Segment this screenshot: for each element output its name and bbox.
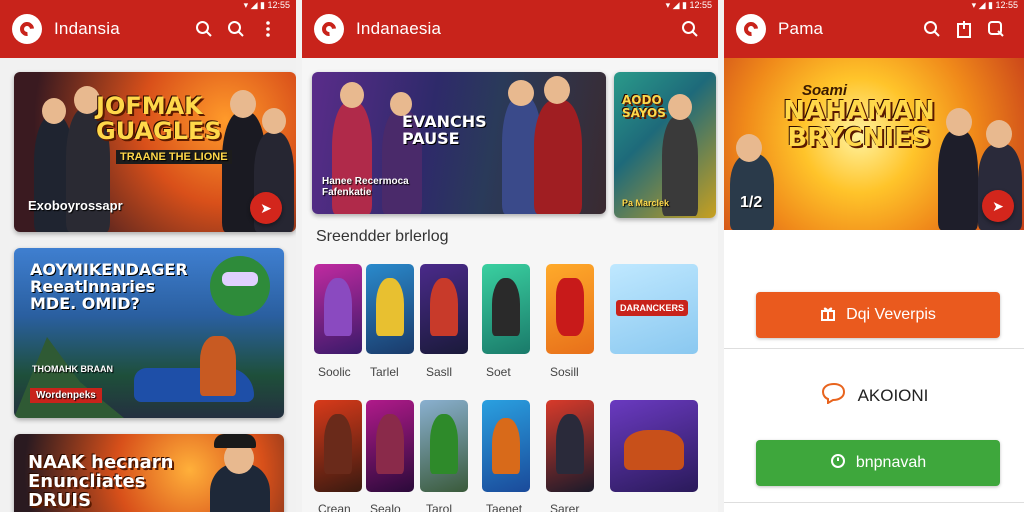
divider — [724, 502, 1024, 503]
banner-headline: JOFMAK GUAGLES — [96, 92, 222, 146]
game-tile[interactable] — [482, 264, 530, 354]
play-button[interactable]: ➤ — [250, 192, 282, 224]
search-alt-icon[interactable] — [980, 13, 1012, 45]
tile-label: Sealo — [370, 502, 401, 512]
app-bar: Indanaesia — [302, 0, 718, 58]
banner-headline: NAAK hecnarn Enuncliates DRUIS — [28, 452, 174, 511]
game-tile[interactable] — [420, 264, 468, 354]
gift-icon — [820, 305, 836, 326]
tile-label: Taenet — [486, 502, 523, 512]
tile-label: Sosill — [550, 365, 579, 379]
game-tile[interactable]: DARANCKERS — [610, 264, 698, 354]
search-icon[interactable] — [674, 13, 706, 45]
game-tile[interactable] — [482, 400, 530, 492]
primary-action-button[interactable]: Dqi Veverpis — [756, 292, 1000, 338]
banner-caption: Wordenpeks — [30, 388, 102, 403]
game-tile[interactable] — [546, 400, 594, 492]
banner-subtitle: TRAANE THE LIONE — [116, 150, 232, 164]
featured-banner[interactable]: AOYMIKENDAGER Reeatlnnaries MDE. OMID? T… — [14, 248, 284, 418]
game-tile[interactable] — [420, 400, 468, 492]
game-tile[interactable] — [314, 264, 362, 354]
search-icon[interactable] — [916, 13, 948, 45]
status-bar: ▾ ◢ ▮ 12:55 — [971, 0, 1018, 10]
app-title: Indanaesia — [356, 19, 442, 38]
tile-label: Crean — [318, 502, 351, 512]
banner-subtitle: THOMAHK BRAAN — [32, 364, 113, 374]
featured-banner[interactable]: Soami NAHAMAN BRYCNIES 1/2 ➤ — [724, 58, 1024, 230]
banner-headline: EVANCHS PAUSE — [402, 112, 487, 148]
tile-label: Tarlel — [370, 365, 399, 379]
status-bar: ▾ ◢ ▮ 12:55 — [243, 0, 290, 10]
banner-caption: Pa Marclek — [622, 198, 670, 208]
divider — [724, 348, 1024, 349]
primary-action-label: Dqi Veverpis — [846, 306, 936, 323]
search-icon[interactable] — [188, 13, 220, 45]
game-tile[interactable] — [314, 400, 362, 492]
app-title: Indansia — [54, 19, 120, 38]
section-title: Sreendder brlerlog — [316, 228, 449, 245]
banner-caption: Hanee Recermoca Fafenkatie — [322, 176, 409, 198]
tile-label: Tarol — [426, 502, 453, 512]
game-tile[interactable] — [546, 264, 594, 354]
search-icon-secondary[interactable] — [220, 13, 252, 45]
play-button[interactable]: ➤ — [982, 190, 1014, 222]
game-tile[interactable] — [610, 400, 698, 492]
banner-headline: AODO SAYOS — [622, 93, 666, 120]
game-tile[interactable] — [366, 400, 414, 492]
screen-home: Indansia ▾ ◢ ▮ 12:55 JOFMAK GUAGLES TRAA… — [0, 0, 296, 512]
app-title: Pama — [778, 19, 824, 38]
confirm-button[interactable]: bnpnavah — [756, 440, 1000, 486]
share-icon[interactable] — [948, 13, 980, 45]
overflow-menu-icon[interactable] — [252, 13, 284, 45]
app-logo[interactable] — [12, 14, 42, 44]
tile-label: Soet — [486, 365, 511, 379]
app-logo[interactable] — [314, 14, 344, 44]
tile-label: Sarer — [550, 502, 580, 512]
banner-page-indicator: 1/2 — [740, 194, 763, 211]
featured-banner[interactable]: EVANCHS PAUSE Hanee Recermoca Fafenkatie — [312, 72, 606, 214]
screen-detail: Pama ▾ ◢ ▮ 12:55 Soami NAHAMAN BRYCNIES … — [724, 0, 1024, 512]
screen-catalog: Indanaesia ▾ ◢ ▮ 12:55 EVANCHS PAUSE Han… — [302, 0, 718, 512]
secondary-link-label: AKOIONI — [857, 385, 929, 405]
tile-art-text: DARANCKERS — [616, 300, 689, 316]
app-logo[interactable] — [736, 14, 766, 44]
featured-banner[interactable]: JOFMAK GUAGLES TRAANE THE LIONE Exoboyro… — [14, 72, 296, 232]
banner-caption: Exoboyrossapr — [28, 198, 123, 213]
tile-label: Soolic — [318, 365, 351, 379]
featured-banner[interactable]: AODO SAYOS Pa Marclek — [614, 72, 716, 218]
featured-banner[interactable]: NAAK hecnarn Enuncliates DRUIS — [14, 434, 284, 512]
secondary-link[interactable]: AKOIONI — [724, 382, 1024, 409]
confirm-button-label: bnpnavah — [855, 454, 927, 471]
clock-icon — [830, 453, 846, 474]
status-bar: ▾ ◢ ▮ 12:55 — [665, 0, 712, 10]
tile-label: Sasll — [426, 365, 453, 379]
app-screens: Indansia ▾ ◢ ▮ 12:55 JOFMAK GUAGLES TRAA… — [0, 0, 1024, 512]
game-tile[interactable] — [366, 264, 414, 354]
banner-headline: AOYMIKENDAGER Reeatlnnaries MDE. OMID? — [30, 260, 188, 313]
speech-bubble-icon — [820, 382, 846, 409]
banner-headline: NAHAMAN BRYCNIES — [783, 96, 935, 154]
